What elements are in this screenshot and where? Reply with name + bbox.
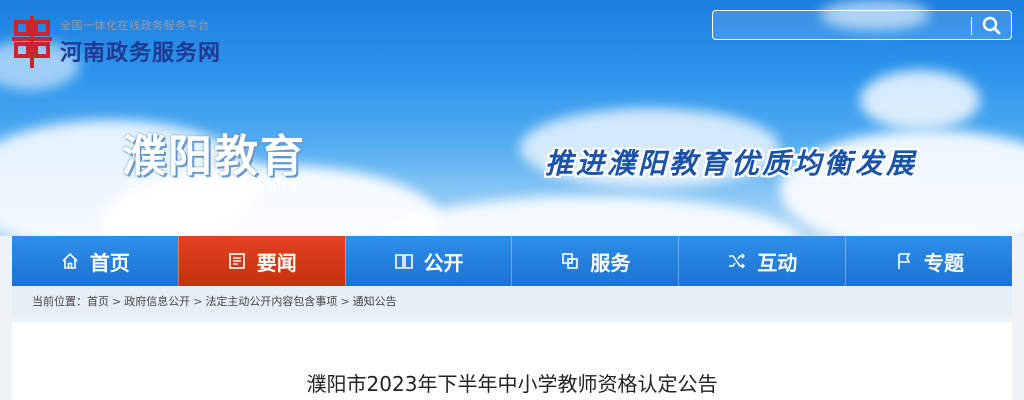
nav-item-interact[interactable]: 互动 [678,236,845,286]
breadcrumb-prefix: 当前位置： [32,295,87,308]
home-icon [60,251,80,271]
nav-item-topics[interactable]: 专题 [845,236,1012,286]
nav-label: 服务 [590,250,631,275]
cloud [860,70,980,130]
breadcrumb-separator: > [193,294,203,308]
search-input[interactable] [719,15,969,35]
search-icon [979,16,1005,41]
slogan: 推进濮阳教育优质均衡发展 [545,147,918,180]
breadcrumb: 当前位置： 首页 > 政府信息公开 > 法定主动公开内容包含事项 > 通知公告 [12,286,1012,316]
site-title: 濮阳教育 [122,131,306,182]
nav-item-public[interactable]: 公开 [344,236,512,286]
main-nav: 首页 要闻 公开 服务 互动 专题 [12,236,1012,286]
breadcrumb-link-notices[interactable]: 通知公告 [353,293,397,309]
article-panel: 濮阳市2023年下半年中小学教师资格认定公告 [12,322,1012,400]
flag-icon [894,251,914,271]
nav-label: 互动 [757,250,798,275]
breadcrumb-link-statutory[interactable]: 法定主动公开内容包含事项 [205,293,337,309]
nav-item-service[interactable]: 服务 [511,236,678,286]
logo-title: 河南政务服务网 [60,41,222,66]
nav-label: 要闻 [256,250,297,275]
book-icon [394,251,414,271]
header-banner: 全国一体化在线政务服务平台 河南政务服务网 濮阳教育 Education in … [0,0,1024,236]
site-subtitle: Education in Puyang [126,176,299,194]
article-title: 濮阳市2023年下半年中小学教师资格认定公告 [306,372,718,396]
shuffle-icon [727,251,747,271]
breadcrumb-separator: > [112,294,122,308]
cloud [380,196,800,236]
site-logo[interactable]: 全国一体化在线政务服务平台 河南政务服务网 [12,14,221,70]
breadcrumb-link-home[interactable]: 首页 [87,293,109,309]
henan-gov-logo-icon [12,14,52,70]
breadcrumb-separator: > [340,294,350,308]
nav-label: 公开 [423,250,464,275]
service-icon [560,251,580,271]
nav-item-home[interactable]: 首页 [12,236,178,286]
search-button[interactable] [979,15,1005,37]
logo-subtitle: 全国一体化在线政务服务平台 [60,19,210,32]
nav-label: 首页 [89,250,130,275]
breadcrumb-link-gov-info[interactable]: 政府信息公开 [124,293,190,309]
nav-label: 专题 [924,250,965,275]
news-icon [227,251,247,271]
nav-item-news[interactable]: 要闻 [177,236,345,286]
search-divider [971,17,972,35]
search-box [712,10,1012,40]
